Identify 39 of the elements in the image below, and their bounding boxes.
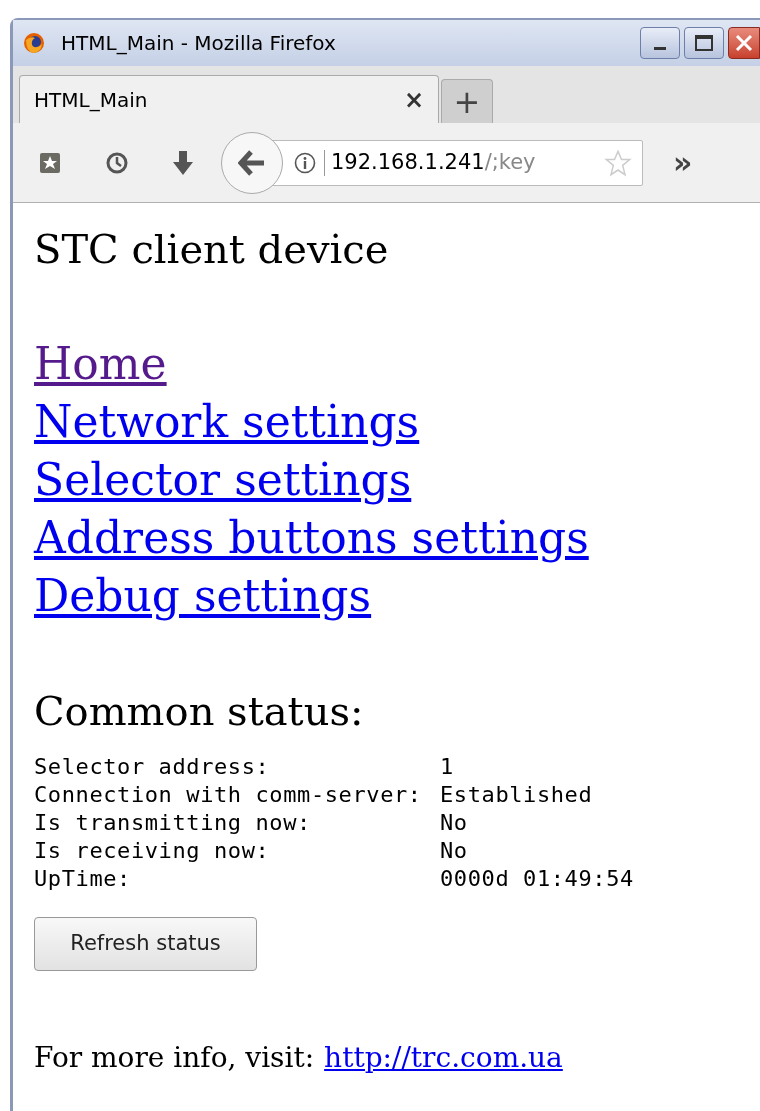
download-arrow-icon[interactable] [171,149,195,176]
status-label: UpTime: [34,865,131,893]
nav-link[interactable]: Selector settings [34,451,412,509]
page-heading: STC client device [34,225,389,274]
tab-close-button[interactable]: × [403,81,424,118]
status-value: 0000d 01:49:54 [440,865,634,893]
close-button[interactable] [728,27,760,59]
maximize-button[interactable] [684,27,724,59]
nav-link[interactable]: Address buttons settings [34,509,589,567]
back-arrow-icon [238,149,266,176]
new-tab-button[interactable]: + [441,79,493,123]
tab-title: HTML_Main [34,86,148,114]
refresh-status-button[interactable]: Refresh status [34,917,257,971]
firefox-logo-icon [23,32,45,54]
status-value: Established [440,781,593,809]
nav-link[interactable]: Debug settings [34,567,372,625]
status-value: No [440,837,468,865]
status-label: Is transmitting now: [34,809,311,837]
minimize-button[interactable] [640,27,680,59]
bookmark-star-icon[interactable] [604,148,632,177]
status-label: Connection with comm-server: [34,781,422,809]
website-link[interactable]: http://trc.com.ua [324,1037,563,1079]
window-title: HTML_Main - Mozilla Firefox [61,30,336,57]
section-heading: Common status: [34,687,364,736]
status-value: 1 [440,753,454,781]
status-value: No [440,809,468,837]
close-icon [734,33,754,53]
url-text: 192.168.1.241/;key [331,148,536,176]
status-label: Is receiving now: [34,837,270,865]
info-icon [294,151,316,174]
bookmarks-icon[interactable] [39,151,61,174]
history-clock-icon[interactable] [105,150,129,175]
nav-link[interactable]: Home [34,335,167,393]
nav-link[interactable]: Network settings [34,393,420,451]
address-field[interactable]: 192.168.1.241/;key [271,139,643,186]
browser-tab[interactable]: HTML_Main × [19,75,439,123]
overflow-menu-button[interactable]: » [673,147,693,178]
status-label: Selector address: [34,753,270,781]
footer-text: For more info, visit: [34,1040,315,1076]
